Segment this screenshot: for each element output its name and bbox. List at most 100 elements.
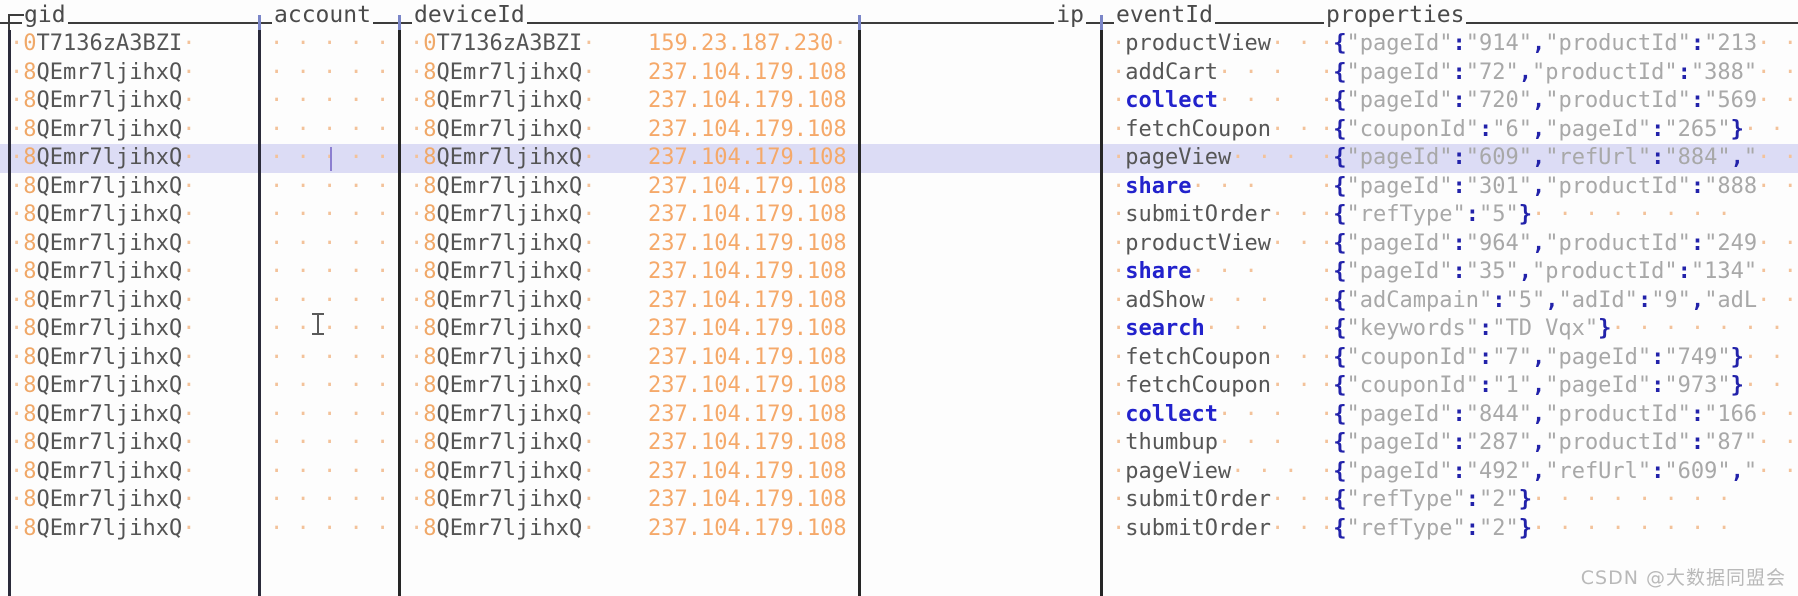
cell-gid[interactable]: ·8QEmr7ljihxQ· — [10, 173, 258, 202]
cell-ip[interactable]: 237.104.179.108· — [648, 458, 846, 487]
cell-account[interactable]: · · · · · · · · · — [270, 87, 396, 116]
cell-properties[interactable]: ·{"pageId":"72","productId":"388"· · · ·… — [1320, 59, 1798, 88]
grid-body[interactable]: ·0T7136zA3BZI·· · · · · · · · · ·0T7136z… — [0, 30, 1798, 596]
cell-properties[interactable]: ·{"couponId":"6","pageId":"265"}· · · · … — [1320, 116, 1798, 145]
cell-ip[interactable]: 237.104.179.108· — [648, 87, 846, 116]
cell-properties[interactable]: ·{"pageId":"287","productId":"87"· · · ·… — [1320, 429, 1798, 458]
cell-gid[interactable]: ·8QEmr7ljihxQ· — [10, 116, 258, 145]
cell-properties[interactable]: ·{"pageId":"35","productId":"134"· · · ·… — [1320, 258, 1798, 287]
cell-eventid[interactable]: ·pageView· · · — [1112, 458, 1308, 487]
table-row[interactable]: ·8QEmr7ljihxQ·· · · · · · · · · ·8QEmr7l… — [0, 458, 1798, 487]
cell-account[interactable]: · · · · · · · · · — [270, 258, 396, 287]
cell-eventid[interactable]: ·share· · · — [1112, 258, 1308, 287]
cell-ip[interactable]: 237.104.179.108· — [648, 429, 846, 458]
cell-properties[interactable]: ·{"pageId":"844","productId":"166· · · ·… — [1320, 401, 1798, 430]
cell-gid[interactable]: ·8QEmr7ljihxQ· — [10, 201, 258, 230]
cell-gid[interactable]: ·8QEmr7ljihxQ· — [10, 144, 258, 173]
cell-account[interactable]: · · · · · · · · · — [270, 315, 396, 344]
table-row[interactable]: ·8QEmr7ljihxQ·· · · · · · · · · ·8QEmr7l… — [0, 486, 1798, 515]
cell-properties[interactable]: ·{"refType":"2"}· · · · · · · · — [1320, 515, 1798, 544]
cell-gid[interactable]: ·8QEmr7ljihxQ· — [10, 230, 258, 259]
cell-properties[interactable]: ·{"pageId":"609","refUrl":"884","· · · ·… — [1320, 144, 1798, 173]
cell-eventid[interactable]: ·collect· · · — [1112, 401, 1308, 430]
cell-eventid[interactable]: ·adShow· · · — [1112, 287, 1308, 316]
cell-gid[interactable]: ·8QEmr7ljihxQ· — [10, 258, 258, 287]
table-row[interactable]: ·8QEmr7ljihxQ·· · · · · · · · · ·8QEmr7l… — [0, 315, 1798, 344]
table-row[interactable]: ·8QEmr7ljihxQ·· · · · · · · · · ·8QEmr7l… — [0, 87, 1798, 116]
cell-properties[interactable]: ·{"keywords":"TD Vqx"}· · · · · · · · — [1320, 315, 1798, 344]
table-row[interactable]: ·8QEmr7ljihxQ·· · · · · · · · · ·8QEmr7l… — [0, 230, 1798, 259]
table-row[interactable]: ·8QEmr7ljihxQ·· · · · · · · · · ·8QEmr7l… — [0, 173, 1798, 202]
column-divider[interactable] — [258, 30, 261, 596]
cell-eventid[interactable]: ·search· · · — [1112, 315, 1308, 344]
cell-eventid[interactable]: ·fetchCoupon· · · — [1112, 116, 1308, 145]
table-row[interactable]: ·8QEmr7ljihxQ·· · · · · · · · · ·8QEmr7l… — [0, 372, 1798, 401]
table-row[interactable]: ·8QEmr7ljihxQ·· · · · · · · · · ·8QEmr7l… — [0, 144, 1798, 173]
table-row[interactable]: ·8QEmr7ljihxQ·· · · · · · · · · ·8QEmr7l… — [0, 344, 1798, 373]
cell-account[interactable]: · · · · · · · · · — [270, 201, 396, 230]
cell-eventid[interactable]: ·submitOrder· · · — [1112, 486, 1308, 515]
cell-gid[interactable]: ·8QEmr7ljihxQ· — [10, 315, 258, 344]
cell-eventid[interactable]: ·submitOrder· · · — [1112, 201, 1308, 230]
cell-gid[interactable]: ·8QEmr7ljihxQ· — [10, 87, 258, 116]
cell-eventid[interactable]: ·thumbup· · · — [1112, 429, 1308, 458]
cell-gid[interactable]: ·8QEmr7ljihxQ· — [10, 372, 258, 401]
cell-eventid[interactable]: ·pageView· · · — [1112, 144, 1308, 173]
cell-eventid[interactable]: ·productView· · · — [1112, 30, 1308, 59]
column-divider[interactable] — [1100, 30, 1103, 596]
column-header-eventId[interactable]: eventId — [1100, 0, 1310, 30]
cell-ip[interactable]: 237.104.179.108· — [648, 144, 846, 173]
cell-properties[interactable]: ·{"refType":"2"}· · · · · · · · — [1320, 486, 1798, 515]
cell-ip[interactable]: 237.104.179.108· — [648, 515, 846, 544]
cell-properties[interactable]: ·{"couponId":"1","pageId":"973"}· · · · … — [1320, 372, 1798, 401]
cell-properties[interactable]: ·{"couponId":"7","pageId":"749"}· · · · … — [1320, 344, 1798, 373]
table-row[interactable]: ·8QEmr7ljihxQ·· · · · · · · · · ·8QEmr7l… — [0, 287, 1798, 316]
cell-ip[interactable]: 237.104.179.108· — [648, 372, 846, 401]
column-header-gid[interactable]: gid — [0, 0, 258, 30]
cell-ip[interactable]: 237.104.179.108· — [648, 258, 846, 287]
cell-ip[interactable]: 237.104.179.108· — [648, 401, 846, 430]
cell-gid[interactable]: ·8QEmr7ljihxQ· — [10, 401, 258, 430]
column-header-deviceId[interactable]: deviceId — [398, 0, 858, 30]
cell-eventid[interactable]: ·submitOrder· · · — [1112, 515, 1308, 544]
cell-ip[interactable]: 237.104.179.108· — [648, 287, 846, 316]
table-row[interactable]: ·8QEmr7ljihxQ·· · · · · · · · · ·8QEmr7l… — [0, 401, 1798, 430]
cell-eventid[interactable]: ·collect· · · — [1112, 87, 1308, 116]
table-row[interactable]: ·8QEmr7ljihxQ·· · · · · · · · · ·8QEmr7l… — [0, 201, 1798, 230]
cell-gid[interactable]: ·8QEmr7ljihxQ· — [10, 59, 258, 88]
cell-ip[interactable]: 237.104.179.108· — [648, 230, 846, 259]
cell-properties[interactable]: ·{"pageId":"914","productId":"213· · · ·… — [1320, 30, 1798, 59]
table-row[interactable]: ·0T7136zA3BZI·· · · · · · · · · ·0T7136z… — [0, 30, 1798, 59]
cell-properties[interactable]: ·{"pageId":"720","productId":"569· · · ·… — [1320, 87, 1798, 116]
cell-properties[interactable]: ·{"pageId":"492","refUrl":"609","· · · ·… — [1320, 458, 1798, 487]
cell-properties[interactable]: ·{"refType":"5"}· · · · · · · · — [1320, 201, 1798, 230]
cell-account[interactable]: · · · · · · · · · — [270, 173, 396, 202]
cell-ip[interactable]: 237.104.179.108· — [648, 344, 846, 373]
cell-account[interactable]: · · · · · · · · · — [270, 344, 396, 373]
cell-eventid[interactable]: ·addCart· · · — [1112, 59, 1308, 88]
cell-account[interactable]: · · · · · · · · · — [270, 116, 396, 145]
table-row[interactable]: ·8QEmr7ljihxQ·· · · · · · · · · ·8QEmr7l… — [0, 59, 1798, 88]
cell-account[interactable]: · · · · · · · · · — [270, 30, 396, 59]
column-header-ip[interactable]: ip — [858, 0, 1100, 30]
cell-gid[interactable]: ·8QEmr7ljihxQ· — [10, 344, 258, 373]
cell-gid[interactable]: ·0T7136zA3BZI· — [10, 30, 258, 59]
cell-account[interactable]: · · · · · · · · · — [270, 515, 396, 544]
cell-eventid[interactable]: ·productView· · · — [1112, 230, 1308, 259]
cell-account[interactable]: · · · · · · · · · — [270, 287, 396, 316]
cell-eventid[interactable]: ·share· · · — [1112, 173, 1308, 202]
cell-account[interactable]: · · · · · · · · · — [270, 144, 396, 173]
cell-ip[interactable]: 237.104.179.108· — [648, 201, 846, 230]
cell-account[interactable]: · · · · · · · · · — [270, 429, 396, 458]
cell-ip[interactable]: 237.104.179.108· — [648, 59, 846, 88]
column-header-account[interactable]: account — [258, 0, 398, 30]
cell-account[interactable]: · · · · · · · · · — [270, 401, 396, 430]
cell-gid[interactable]: ·8QEmr7ljihxQ· — [10, 429, 258, 458]
cell-ip[interactable]: 237.104.179.108· — [648, 315, 846, 344]
cell-eventid[interactable]: ·fetchCoupon· · · — [1112, 372, 1308, 401]
cell-account[interactable]: · · · · · · · · · — [270, 458, 396, 487]
cell-account[interactable]: · · · · · · · · · — [270, 59, 396, 88]
cell-account[interactable]: · · · · · · · · · — [270, 230, 396, 259]
cell-gid[interactable]: ·8QEmr7ljihxQ· — [10, 287, 258, 316]
cell-gid[interactable]: ·8QEmr7ljihxQ· — [10, 458, 258, 487]
